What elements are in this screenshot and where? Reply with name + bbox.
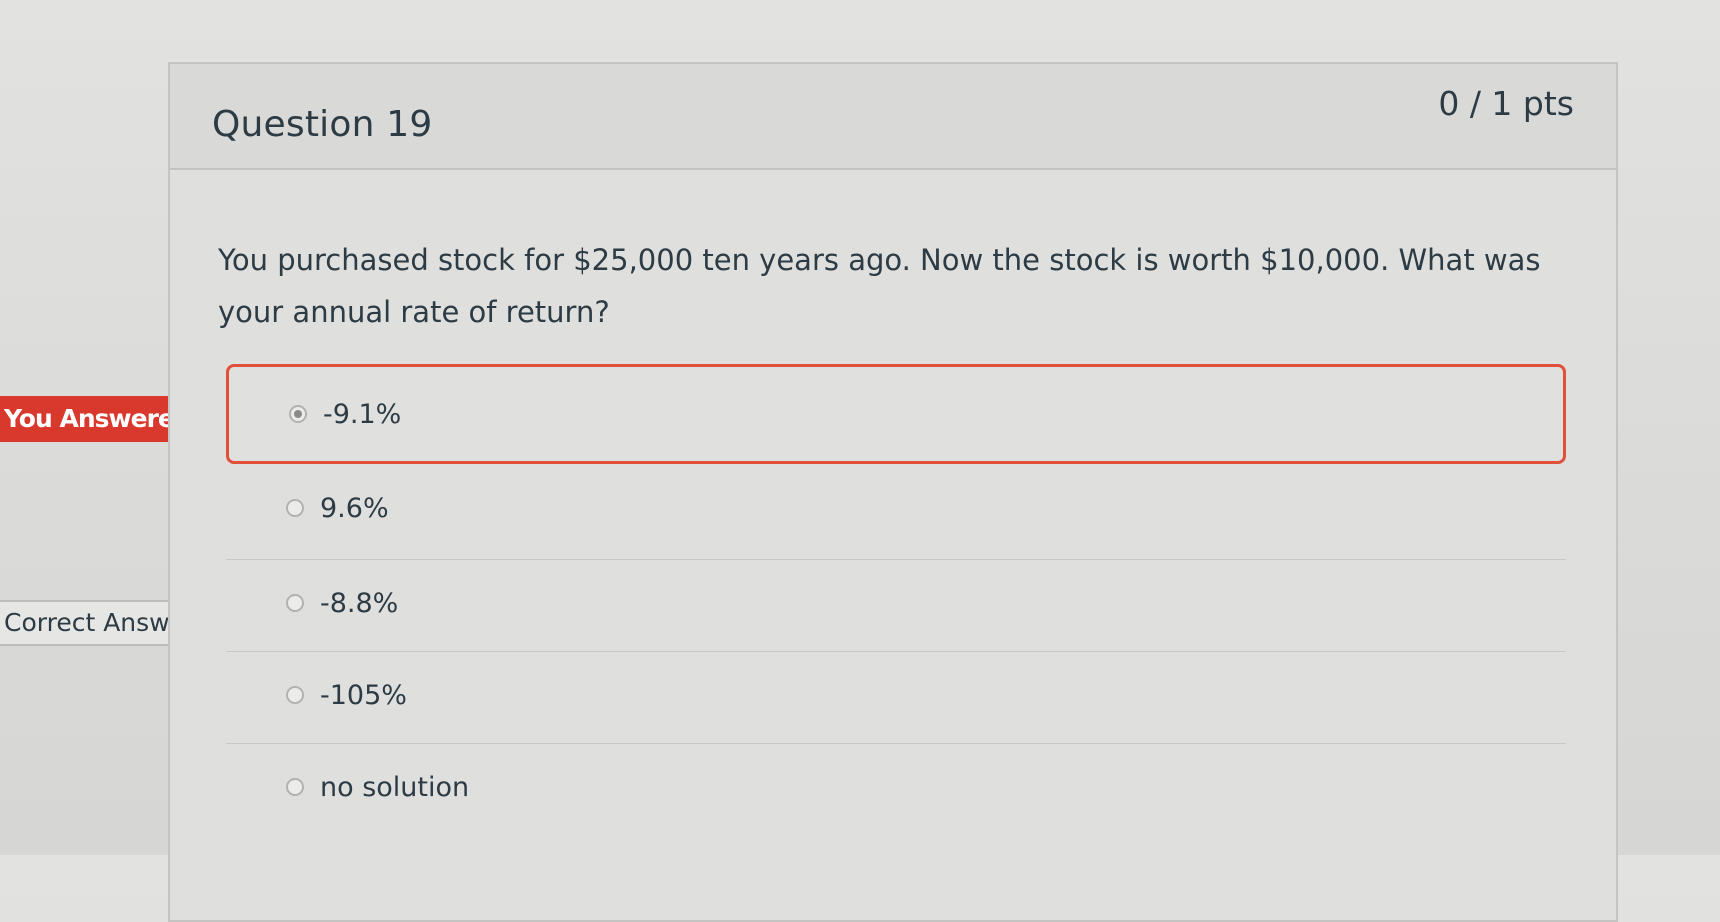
radio-checked-icon[interactable] [289,405,307,423]
radio-icon[interactable] [286,778,304,796]
question-header: Question 19 0 / 1 pts [170,64,1616,170]
radio-icon[interactable] [286,686,304,704]
question-card: Question 19 0 / 1 pts You purchased stoc… [168,62,1618,922]
answer-option-1[interactable]: -9.1% [226,364,1566,464]
answer-option-5[interactable]: no solution [226,744,1566,836]
answer-option-3[interactable]: -8.8% [226,560,1566,652]
question-text: You purchased stock for $25,000 ten year… [218,243,1541,329]
answer-option-2[interactable]: 9.6% [226,468,1566,560]
answer-option-4[interactable]: -105% [226,652,1566,744]
radio-icon[interactable] [286,499,304,517]
question-title: Question 19 [212,104,433,145]
radio-icon[interactable] [286,594,304,612]
answer-label: 9.6% [320,493,389,524]
answer-label: no solution [320,772,470,803]
answer-label: -8.8% [320,588,399,619]
answer-label: -105% [320,680,407,711]
answer-label: -9.1% [323,399,402,430]
question-points: 0 / 1 pts [1438,84,1574,123]
